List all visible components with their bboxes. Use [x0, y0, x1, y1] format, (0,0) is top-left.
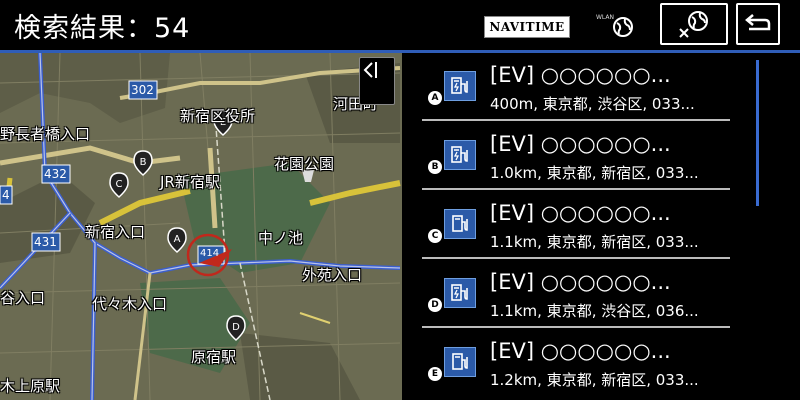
- result-subtitle: 1.1km, 東京都, 渋谷区, 036...: [490, 302, 699, 320]
- map-pin-label: D: [232, 322, 240, 333]
- result-item-a[interactable]: A [EV] ○○○○○○... 400m, 東京都, 渋谷区, 033...: [402, 53, 760, 121]
- map-label-hanazono: 花園公園: [274, 155, 335, 173]
- ev-charger-icon: [444, 347, 476, 377]
- scrollbar-track[interactable]: [760, 53, 800, 400]
- map-pin-label: A: [174, 234, 181, 245]
- row-divider: [422, 188, 730, 190]
- map-pin-label: B: [140, 157, 147, 168]
- row-divider: [422, 326, 730, 328]
- result-item-c[interactable]: C [EV] ○○○○○○... 1.1km, 東京都, 新宿区, 033...: [402, 191, 760, 259]
- map-label-jr-shinjuku: JR新宿駅: [160, 173, 220, 191]
- route-shield-302: 302: [131, 83, 154, 97]
- header-bar: 検索結果：54 NAVITIME WLAN: [0, 0, 800, 50]
- result-marker: E: [428, 367, 442, 381]
- page-title: 検索結果：54: [14, 13, 191, 44]
- row-divider: [422, 119, 730, 121]
- route-shield-4: 4: [2, 188, 10, 202]
- collapse-left-icon: [363, 62, 377, 78]
- result-item-e[interactable]: E [EV] ○○○○○○... 1.2km, 東京都, 新宿区, 033...: [402, 329, 760, 397]
- result-item-b[interactable]: B [EV] ○○○○○○... 1.0km, 東京都, 新宿区, 033...: [402, 122, 760, 190]
- result-title: [EV] ○○○○○○...: [490, 270, 671, 294]
- result-marker: D: [428, 298, 442, 312]
- map-label-yoyogi-entrance: 代々木入口: [92, 295, 168, 313]
- map-view[interactable]: E B C A D 302 432 431 4 414 新宿区役所 河田町 野長…: [0, 53, 402, 400]
- map-pin-label: C: [116, 179, 123, 190]
- map-label-ward-office: 新宿区役所: [180, 107, 256, 125]
- navitime-logo: NAVITIME: [484, 16, 570, 38]
- wlan-status: WLAN: [596, 14, 636, 42]
- result-title: [EV] ○○○○○○...: [490, 63, 671, 87]
- result-title: [EV] ○○○○○○...: [490, 132, 671, 156]
- map-label-gaien-entrance: 外苑入口: [302, 266, 363, 284]
- result-item-d[interactable]: D [EV] ○○○○○○... 1.1km, 東京都, 渋谷区, 036...: [402, 260, 760, 328]
- online-search-button[interactable]: [660, 3, 728, 45]
- result-marker: C: [428, 229, 442, 243]
- route-shield-432: 432: [44, 167, 67, 181]
- map-label-nakanoike: 中ノ池: [258, 229, 304, 247]
- result-subtitle: 1.2km, 東京都, 新宿区, 033...: [490, 371, 699, 389]
- map-label-shibuya-entrance: 谷入口: [0, 289, 46, 307]
- back-button[interactable]: [736, 3, 780, 45]
- collapse-list-button[interactable]: [359, 57, 395, 105]
- back-arrow-icon: [745, 14, 771, 31]
- scrollbar-thumb[interactable]: [756, 60, 759, 206]
- route-shield-414: 414: [200, 248, 220, 259]
- result-subtitle: 400m, 東京都, 渋谷区, 033...: [490, 95, 695, 113]
- result-marker: B: [428, 160, 442, 174]
- result-title: [EV] ○○○○○○...: [490, 339, 671, 363]
- globe-search-icon: [679, 11, 708, 38]
- row-divider: [422, 257, 730, 259]
- result-title: [EV] ○○○○○○...: [490, 201, 671, 225]
- globe-icon: [613, 17, 633, 37]
- map-label-nagano: 野長者橋入口: [0, 125, 91, 143]
- route-shield-431: 431: [34, 235, 57, 249]
- map-label-shinjuku-entrance: 新宿入口: [85, 223, 146, 241]
- ev-charger-icon: [444, 71, 476, 101]
- results-list: A [EV] ○○○○○○... 400m, 東京都, 渋谷区, 033... …: [402, 53, 760, 400]
- ev-charger-icon: [444, 278, 476, 308]
- result-subtitle: 1.1km, 東京都, 新宿区, 033...: [490, 233, 699, 251]
- map-label-harajuku: 原宿駅: [191, 348, 237, 366]
- result-marker: A: [428, 91, 442, 105]
- ev-charger-icon: [444, 140, 476, 170]
- ev-charger-icon: [444, 209, 476, 239]
- map-label-kamihara: 木上原駅: [0, 377, 61, 395]
- result-subtitle: 1.0km, 東京都, 新宿区, 033...: [490, 164, 699, 182]
